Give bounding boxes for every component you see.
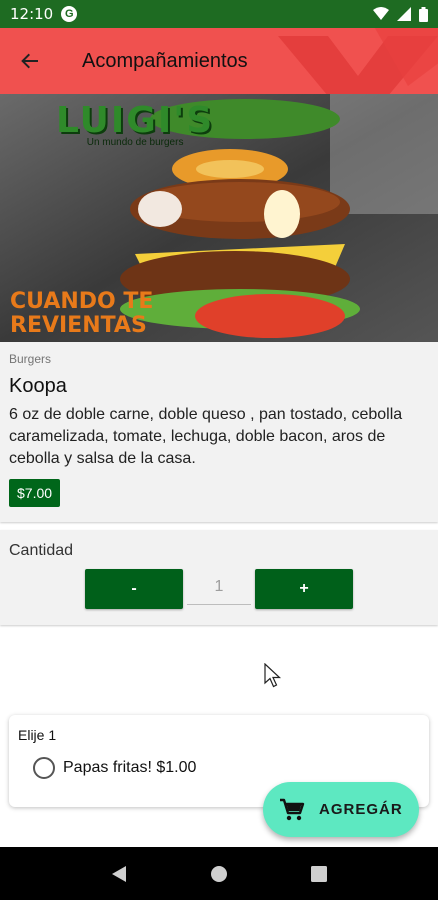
google-icon: G	[61, 6, 78, 22]
battery-icon	[419, 6, 428, 22]
page-title: Acompañamientos	[82, 49, 248, 72]
arrow-back-icon	[21, 53, 38, 69]
price-badge: $7.00	[9, 479, 61, 507]
product-image: LUIGI'S Un mundo de burgers CUANDO TE RE…	[0, 94, 438, 342]
slogan-line-1: CUANDO TE	[10, 289, 154, 314]
product-description: 6 oz de doble carne, doble queso , pan t…	[9, 406, 403, 467]
status-bar: 12:10 G	[0, 0, 438, 28]
nav-back-icon[interactable]	[111, 865, 127, 883]
quantity-value[interactable]: 1	[187, 569, 251, 605]
app-bar: Acompañamientos	[0, 28, 438, 94]
hero-slogan: CUANDO TE REVIENTAS	[10, 290, 153, 338]
mouse-cursor-icon	[264, 663, 282, 688]
slogan-line-2: REVIENTAS	[10, 313, 147, 338]
cart-icon	[280, 798, 305, 820]
signal-icon	[397, 7, 411, 21]
status-time: 12:10	[10, 5, 54, 23]
option-label: Papas fritas! $1.00	[63, 759, 197, 776]
quantity-card: Cantidad - 1 +	[0, 530, 438, 625]
product-name: Koopa	[9, 375, 67, 397]
add-to-cart-button[interactable]: AGREGÁR	[263, 782, 419, 837]
quantity-stepper: - 1 +	[85, 569, 353, 609]
add-to-cart-label: AGREGÁR	[319, 801, 403, 818]
status-icons	[373, 6, 428, 22]
logo-text: LUIGI'S	[56, 100, 215, 141]
wifi-icon	[373, 7, 389, 20]
back-button[interactable]	[0, 31, 60, 91]
hero-logo: LUIGI'S Un mundo de burgers	[56, 100, 214, 148]
option-item[interactable]: Papas fritas! $1.00	[33, 757, 420, 779]
radio-button[interactable]	[33, 757, 55, 779]
decorative-pattern	[278, 28, 438, 94]
product-info-card: Burgers Koopa 6 oz de doble carne, doble…	[0, 342, 438, 522]
increment-button[interactable]: +	[255, 569, 353, 609]
quantity-label: Cantidad	[9, 542, 74, 559]
nav-home-icon[interactable]	[210, 865, 228, 883]
product-category: Burgers	[9, 352, 52, 366]
nav-recents-icon[interactable]	[310, 865, 327, 882]
system-nav-bar	[0, 847, 438, 900]
options-title: Elije 1	[18, 727, 57, 743]
decrement-button[interactable]: -	[85, 569, 183, 609]
